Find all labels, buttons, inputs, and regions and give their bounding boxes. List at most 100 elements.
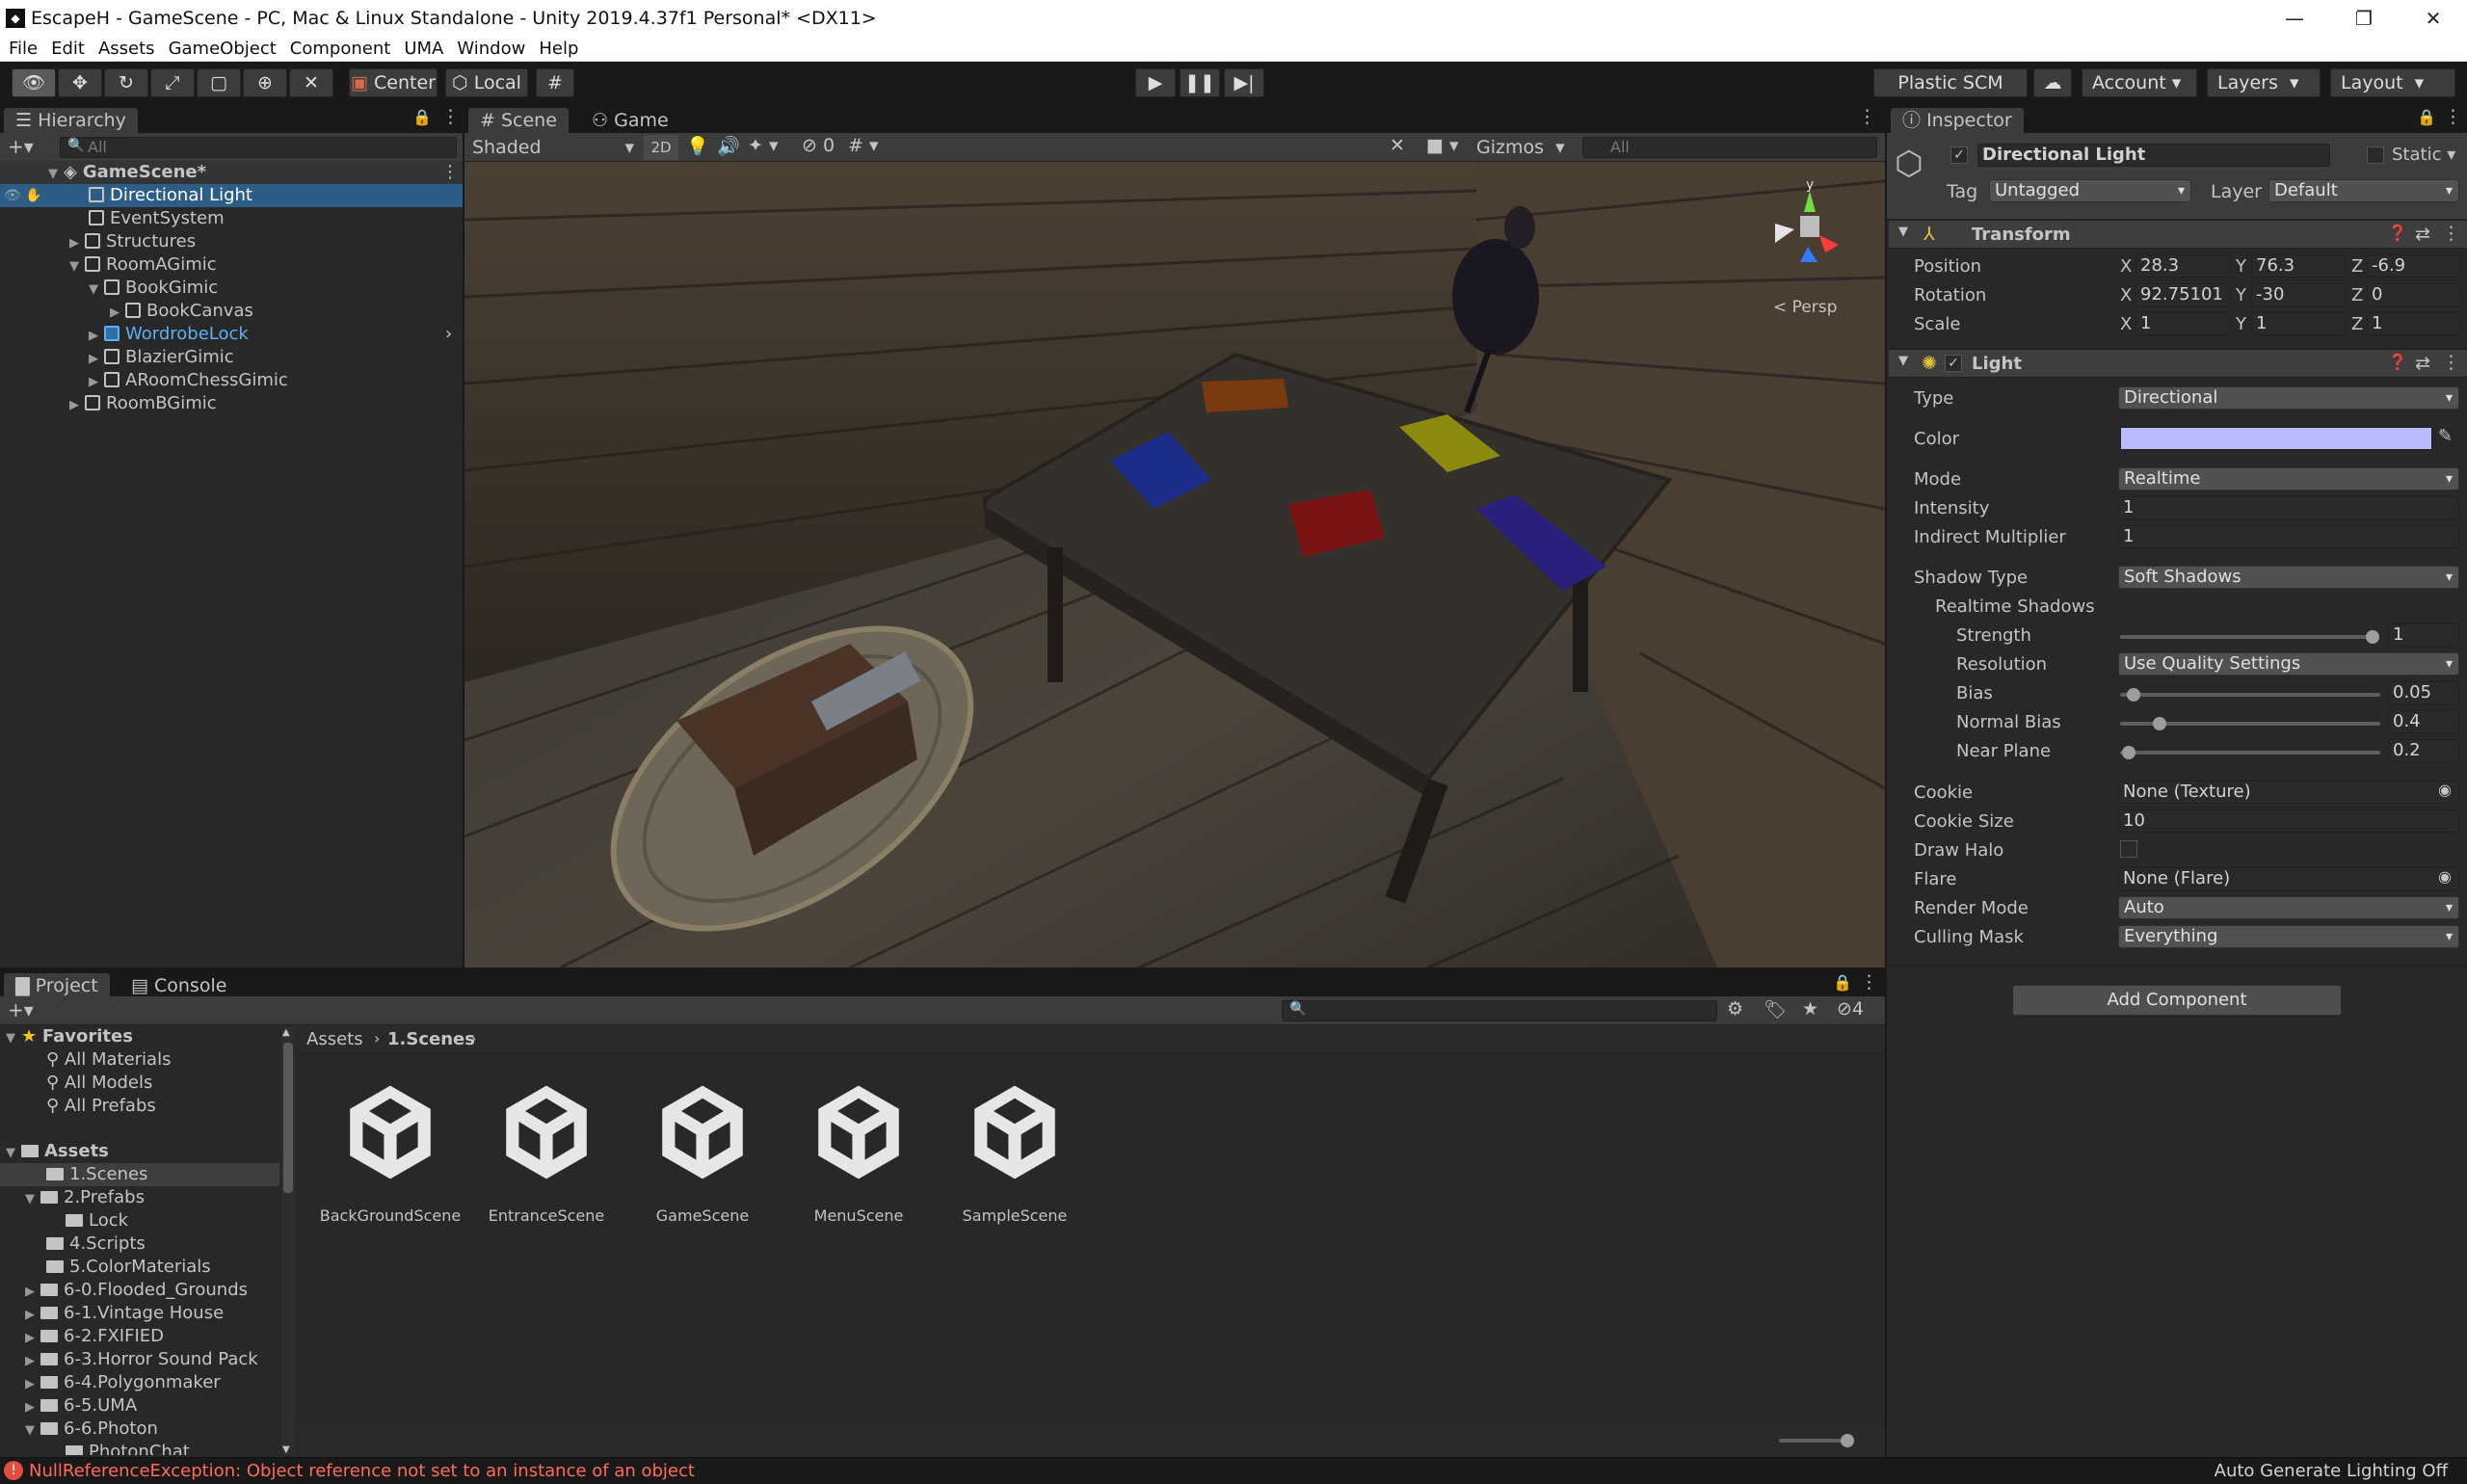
favorite-star-icon[interactable]: ★ [1802,998,1818,1020]
account-dropdown[interactable]: Account ▾ [2082,68,2197,97]
light-enabled-checkbox[interactable]: ✓ [1945,355,1962,372]
expand-arrow-icon[interactable]: ▶ [110,302,125,325]
add-component-button[interactable]: Add Component [2012,985,2342,1016]
rotation-z-field[interactable]: 0 [2367,283,2461,306]
list-item[interactable]: ▶ 6-3.Horror Sound Pack [25,1348,258,1371]
scale-tool-icon[interactable]: ⤢ [150,68,195,97]
tab-game[interactable]: ⚇ Game [580,108,680,133]
list-item[interactable]: Lock [66,1209,128,1232]
bias-slider[interactable] [2120,693,2380,697]
list-item[interactable]: 👁 ✋ Directional Light [0,184,463,207]
rect-tool-icon[interactable]: ▢ [197,68,241,97]
step-icon[interactable]: ▶| [1224,68,1264,97]
scene-row[interactable]: ▼ ◈ GameScene* ⋮ [0,161,463,184]
object-picker-icon[interactable]: ◉ [2438,867,2452,886]
list-item[interactable]: PhotonChat [66,1441,190,1455]
search-by-type-icon[interactable]: ⚙ [1727,998,1743,1020]
list-item[interactable]: ▶ 6-4.Polygonmaker [25,1371,221,1394]
grid-snap-icon[interactable]: # [536,68,574,97]
bias-slider-handle[interactable] [2127,688,2140,702]
rotate-tool-icon[interactable]: ↻ [104,68,148,97]
light-header[interactable]: ▼ ✺ ✓ Light ❓ ⇄ ⋮ [1889,349,2467,378]
expand-arrow-icon[interactable]: ▶ [89,371,104,394]
scale-x-field[interactable]: 1 [2135,312,2230,335]
icon-size-slider[interactable] [1779,1439,1846,1443]
breadcrumb-scenes[interactable]: 1.Scenes [387,1029,475,1049]
indirect-multiplier-field[interactable]: 1 [2118,525,2459,548]
help-icon[interactable]: ❓ [2388,224,2407,242]
help-icon[interactable]: ❓ [2388,353,2407,371]
menu-gameobject[interactable]: GameObject [162,37,283,62]
lighting-toggle-icon[interactable]: 💡 [686,135,709,157]
grid-dropdown-icon[interactable]: # ▾ [848,135,879,156]
hierarchy-search-input[interactable]: All [60,137,457,158]
create-plus-icon[interactable]: +▾ [8,135,34,158]
menu-file[interactable]: File [2,37,44,62]
layers-dropdown[interactable]: Layers ▾ [2207,68,2321,97]
persp-label[interactable]: < Persp [1773,298,1837,317]
strength-slider-handle[interactable] [2366,630,2379,644]
tab-project[interactable]: ▇ Project [4,973,110,998]
create-plus-icon[interactable]: +▾ [8,998,34,1021]
list-item[interactable]: ▶ BookCanvas [110,300,253,323]
resolution-dropdown[interactable]: Use Quality Settings [2118,652,2459,676]
open-prefab-icon[interactable]: › [445,323,452,346]
object-picker-icon[interactable]: ◉ [2438,781,2452,799]
pivot-local-button[interactable]: ⬡ Local [445,68,528,97]
list-item[interactable]: ▶ BlazierGimic [89,346,234,369]
near-plane-slider[interactable] [2120,751,2380,755]
normal-bias-slider-handle[interactable] [2153,717,2166,730]
render-mode-dropdown[interactable]: Auto [2118,896,2459,919]
favorites-row[interactable]: ▼ ★ Favorites [6,1025,133,1048]
collapse-arrow-icon[interactable]: ▼ [69,255,85,278]
list-item[interactable]: ▶ Structures [69,230,196,253]
component-menu-icon[interactable]: ⋮ [2442,352,2460,373]
custom-tool-icon[interactable]: ✕ [289,68,333,97]
status-error-message[interactable]: NullReferenceException: Object reference… [29,1461,695,1481]
static-checkbox[interactable] [2367,146,2384,164]
normal-bias-field[interactable]: 0.4 [2388,710,2459,733]
hidden-objects-icon[interactable]: ⊘ 0 [802,135,835,156]
list-item[interactable]: ▼ 2.Prefabs [25,1186,145,1209]
menu-component[interactable]: Component [283,37,398,62]
list-item[interactable]: ▼ BookGimic [89,277,218,300]
play-icon[interactable]: ▶ [1135,68,1176,97]
list-item[interactable]: ▼ 6-6.Photon [25,1418,158,1441]
strength-field[interactable]: 1 [2388,623,2459,647]
object-name-field[interactable]: Directional Light [1977,144,2330,167]
scene-menu-icon[interactable]: ⋮ [441,161,459,184]
search-by-label-icon[interactable]: 🏷 [1764,998,1787,1020]
lock-icon[interactable]: 🔒 [412,108,432,126]
shadow-type-dropdown[interactable]: Soft Shadows [2118,566,2459,589]
list-item[interactable]: ⚲ All Materials [46,1048,171,1072]
expand-arrow-icon[interactable]: ▶ [89,325,104,348]
list-item[interactable]: ⚲ All Models [46,1072,152,1095]
component-menu-icon[interactable]: ⋮ [2442,223,2460,244]
asset-tile[interactable]: EntranceScene [474,1079,619,1225]
eyedropper-icon[interactable]: ✎ [2438,426,2453,446]
move-tool-icon[interactable]: ✥ [58,68,102,97]
scene-viewport[interactable]: y < Persp [464,162,1885,967]
list-item[interactable]: ▶ RoomBGimic [69,392,217,415]
near-plane-slider-handle[interactable] [2122,746,2135,759]
tab-hierarchy[interactable]: ☰ Hierarchy [4,108,138,133]
menu-uma[interactable]: UMA [397,37,450,62]
strength-slider[interactable] [2120,635,2371,639]
position-y-field[interactable]: 76.3 [2251,254,2346,278]
list-item[interactable]: 4.Scripts [46,1232,146,1256]
list-item[interactable]: ▼ RoomAGimic [69,253,217,277]
asset-tile[interactable]: MenuScene [786,1079,931,1225]
transform-header[interactable]: ▼ ⅄ Transform ❓ ⇄ ⋮ [1889,220,2467,249]
audio-toggle-icon[interactable]: 🔊 [717,135,740,157]
gizmos-dropdown[interactable]: Gizmos ▾ [1476,137,1565,158]
plastic-scm-button[interactable]: Plastic SCM [1873,68,2028,97]
list-item[interactable]: ▶ 6-0.Flooded_Grounds [25,1279,248,1302]
menu-window[interactable]: Window [450,37,532,62]
expand-arrow-icon[interactable]: ▶ [69,232,85,255]
list-item[interactable]: 1.Scenes [0,1163,279,1186]
tab-console[interactable]: ▤ Console [119,973,238,998]
draw-halo-checkbox[interactable] [2120,840,2137,858]
asset-tile[interactable]: BackGroundScene [318,1079,463,1225]
list-item[interactable]: ▶ WordrobeLock › [89,323,463,346]
static-label[interactable]: Static ▾ [2392,145,2455,165]
